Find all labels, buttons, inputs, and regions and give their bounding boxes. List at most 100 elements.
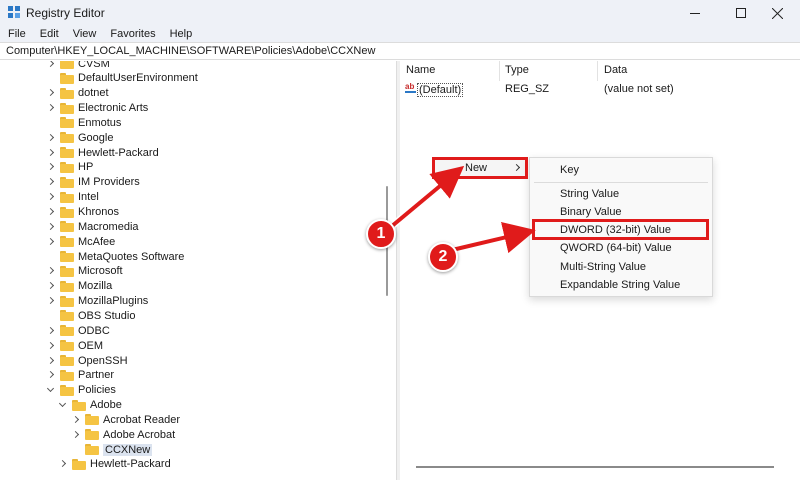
folder-icon: [60, 325, 74, 337]
chevron-right-icon[interactable]: [46, 370, 56, 380]
maximize-icon: [736, 8, 746, 18]
tree-item[interactable]: OpenSSH: [46, 353, 128, 368]
folder-icon: [60, 206, 74, 218]
chevron-right-icon[interactable]: [46, 148, 56, 158]
chevron-right-icon[interactable]: [46, 296, 56, 306]
tree-item-label: Khronos: [78, 206, 119, 218]
chevron-right-icon[interactable]: [46, 162, 56, 172]
tree-item[interactable]: Adobe: [58, 398, 122, 413]
tree-item[interactable]: HP: [46, 160, 93, 175]
address-bar[interactable]: Computer\HKEY_LOCAL_MACHINE\SOFTWARE\Pol…: [0, 42, 800, 60]
tree-item[interactable]: DefaultUserEnvironment: [46, 71, 198, 86]
tree-item[interactable]: OEM: [46, 338, 103, 353]
tree-item[interactable]: MozillaPlugins: [46, 294, 148, 309]
folder-icon: [60, 251, 74, 263]
string-value-icon: ab: [405, 82, 417, 93]
tree-item-label: CCXNew: [103, 443, 153, 456]
folder-icon: [60, 191, 74, 203]
chevron-right-icon[interactable]: [46, 177, 56, 187]
menu-view[interactable]: View: [73, 28, 97, 40]
tree-item-label: HP: [78, 161, 94, 174]
list-scrollbar[interactable]: [416, 466, 774, 468]
chevron-right-icon[interactable]: [46, 61, 56, 69]
folder-icon: [60, 102, 74, 114]
tree-item[interactable]: Microsoft: [46, 264, 123, 279]
tree-item-label: dotnet: [78, 87, 109, 100]
tree-item[interactable]: Macromedia: [46, 219, 139, 234]
tree-item[interactable]: CCXNew: [71, 442, 153, 457]
folder-icon: [60, 161, 74, 173]
chevron-right-icon[interactable]: [46, 222, 56, 232]
tree-item-label: OEM: [78, 339, 104, 352]
tree-item[interactable]: MetaQuotes Software: [46, 249, 184, 264]
tree-item[interactable]: Hewlett-Packard: [46, 145, 159, 160]
column-header-data[interactable]: Data: [604, 64, 627, 76]
tree-item[interactable]: Khronos: [46, 205, 119, 220]
chevron-right-icon[interactable]: [46, 103, 56, 113]
folder-icon: [60, 340, 74, 352]
folder-icon: [60, 221, 74, 233]
tree-item[interactable]: Adobe Acrobat: [71, 427, 175, 442]
chevron-right-icon[interactable]: [46, 192, 56, 202]
menu-file[interactable]: File: [8, 28, 26, 40]
tree-item-label: CVSM: [78, 61, 110, 70]
step-badge-2: 2: [428, 242, 458, 272]
tree-item[interactable]: Intel: [46, 190, 99, 205]
tree-item[interactable]: McAfee: [46, 234, 115, 249]
menu-edit[interactable]: Edit: [40, 28, 59, 40]
chevron-down-icon[interactable]: [58, 400, 68, 410]
tree-item[interactable]: Acrobat Reader: [71, 412, 180, 427]
tree-item[interactable]: Hewlett-Packard: [58, 457, 171, 472]
chevron-right-icon[interactable]: [46, 356, 56, 366]
submenu-string-value[interactable]: String Value: [560, 188, 619, 200]
tree-item-label: ODBC: [78, 324, 110, 337]
folder-icon: [60, 132, 74, 144]
value-name: (Default): [417, 83, 464, 97]
tree-item[interactable]: Electronic Arts: [46, 101, 148, 116]
tree-item[interactable]: IM Providers: [46, 175, 140, 190]
tree-item-label: Enmotus: [78, 116, 122, 129]
tree-item[interactable]: Partner: [46, 368, 114, 383]
close-button[interactable]: [754, 0, 800, 26]
column-header-name[interactable]: Name: [406, 64, 435, 76]
minimize-button[interactable]: [672, 0, 718, 26]
chevron-down-icon[interactable]: [46, 385, 56, 395]
chevron-right-icon[interactable]: [58, 459, 68, 469]
tree-item[interactable]: Enmotus: [46, 115, 121, 130]
chevron-right-icon[interactable]: [46, 326, 56, 336]
tree-item-label: Intel: [78, 191, 99, 204]
close-icon: [771, 7, 783, 19]
tree-item[interactable]: CVSM: [46, 61, 110, 71]
chevron-right-icon[interactable]: [46, 266, 56, 276]
chevron-right-icon[interactable]: [46, 237, 56, 247]
folder-icon: [60, 369, 74, 381]
chevron-right-icon[interactable]: [71, 415, 81, 425]
tree-item-label: Microsoft: [78, 265, 123, 278]
tree-item[interactable]: Policies: [46, 383, 116, 398]
folder-icon: [85, 444, 99, 456]
submenu-multi-string-value[interactable]: Multi-String Value: [560, 261, 646, 273]
submenu-expandable-string-value[interactable]: Expandable String Value: [560, 279, 680, 291]
menu-favorites[interactable]: Favorites: [110, 28, 155, 40]
tree-item[interactable]: OBS Studio: [46, 308, 135, 323]
chevron-right-icon[interactable]: [46, 341, 56, 351]
value-row-default[interactable]: ab (Default) REG_SZ (value not set): [400, 82, 800, 98]
tree-item[interactable]: dotnet: [46, 86, 109, 101]
chevron-right-icon[interactable]: [46, 88, 56, 98]
submenu-binary-value[interactable]: Binary Value: [560, 206, 622, 218]
submenu-key[interactable]: Key: [560, 164, 579, 176]
chevron-right-icon[interactable]: [46, 281, 56, 291]
submenu-qword-value[interactable]: QWORD (64-bit) Value: [560, 242, 672, 254]
tree-item[interactable]: ODBC: [46, 323, 110, 338]
chevron-right-icon[interactable]: [46, 207, 56, 217]
tree-item[interactable]: Google: [46, 130, 113, 145]
minimize-icon: [690, 12, 700, 14]
column-header-type[interactable]: Type: [505, 64, 529, 76]
chevron-right-icon[interactable]: [71, 430, 81, 440]
menu-help[interactable]: Help: [170, 28, 193, 40]
chevron-right-icon[interactable]: [46, 133, 56, 143]
tree-item-label: Policies: [78, 384, 116, 397]
tree-scrollbar[interactable]: [384, 61, 390, 480]
tree-item[interactable]: Mozilla: [46, 279, 112, 294]
